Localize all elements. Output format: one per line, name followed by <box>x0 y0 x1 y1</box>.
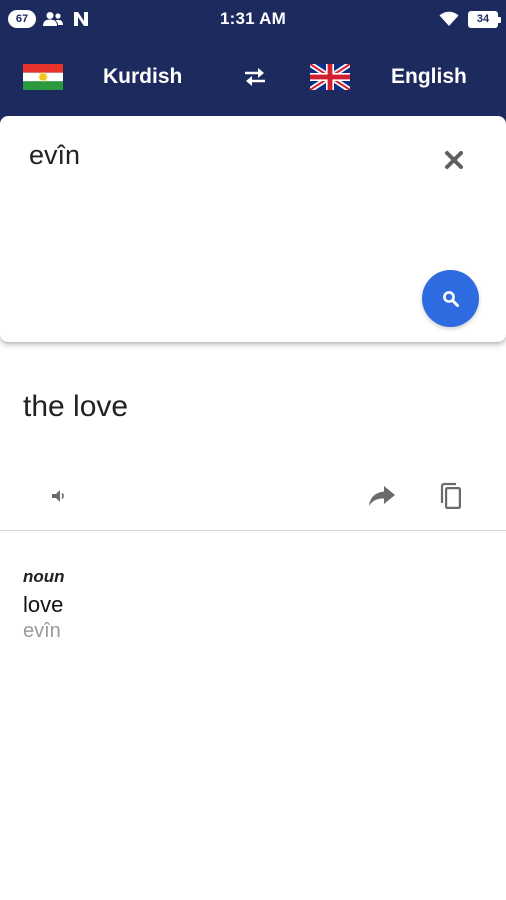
share-button[interactable] <box>364 478 400 514</box>
clear-input-button[interactable] <box>438 144 470 176</box>
copy-icon <box>440 482 462 509</box>
wifi-icon <box>438 9 460 29</box>
status-time: 1:31 AM <box>220 9 286 28</box>
translate-search-button[interactable] <box>422 270 479 327</box>
translation-result: the love <box>23 390 129 423</box>
swap-languages-button[interactable] <box>232 54 278 100</box>
share-icon <box>369 486 395 506</box>
dictionary-word[interactable]: love <box>23 592 65 618</box>
kurdistan-flag-icon[interactable] <box>23 64 63 90</box>
close-icon <box>445 151 463 169</box>
search-icon <box>442 290 459 307</box>
speak-button[interactable] <box>40 478 76 514</box>
reverse-translation: evîn <box>23 620 61 642</box>
source-language-label[interactable]: Kurdish <box>103 64 182 90</box>
input-card: evîn <box>0 116 506 342</box>
result-divider <box>0 530 506 531</box>
language-bar: Kurdish English <box>0 38 506 116</box>
status-bar: 67 1:31 AM 34 <box>0 0 506 38</box>
speaker-icon <box>52 490 64 502</box>
input-text-field[interactable]: evîn <box>29 140 80 171</box>
uk-flag-icon[interactable] <box>308 61 352 93</box>
target-language-label[interactable]: English <box>391 64 467 90</box>
dictionary-entry: noun love evîn <box>23 567 65 643</box>
part-of-speech: noun <box>23 567 65 586</box>
battery-icon: 34 <box>468 10 501 28</box>
copy-button[interactable] <box>433 478 469 514</box>
swap-arrows-icon <box>245 68 265 86</box>
status-bar-right: 34 <box>438 9 501 29</box>
